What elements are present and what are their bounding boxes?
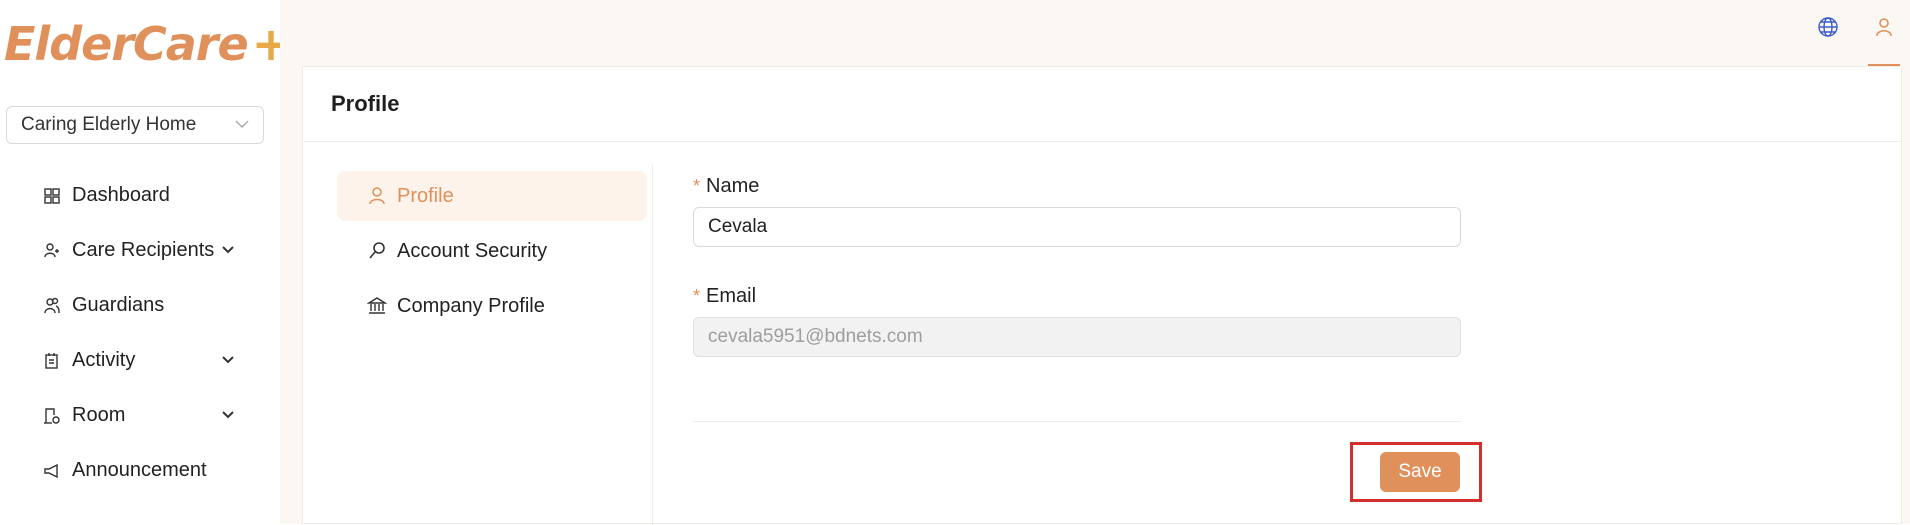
tab-label: Account Security xyxy=(397,239,548,262)
tab-account-security[interactable]: Account Security xyxy=(337,226,647,276)
chevron-down-icon xyxy=(220,406,236,429)
announcement-icon xyxy=(42,461,62,481)
required-marker: * xyxy=(693,175,701,196)
divider xyxy=(693,421,1461,422)
sidebar-item-label: Room xyxy=(72,404,126,426)
sidebar-item-guardians[interactable]: Guardians xyxy=(0,278,280,333)
organization-select-value: Caring Elderly Home xyxy=(21,114,197,135)
profile-card: Profile Profile Account Security Company… xyxy=(302,66,1902,525)
chevron-down-icon xyxy=(220,351,236,374)
sidebar-item-announcement[interactable]: Announcement xyxy=(0,443,280,498)
required-marker: * xyxy=(693,285,701,306)
sidebar: ElderCare+ Caring Elderly Home Dashboard… xyxy=(0,0,290,524)
sidebar-item-label: Guardians xyxy=(72,294,165,316)
page-title: Profile xyxy=(303,67,1901,142)
guardians-icon xyxy=(42,296,62,316)
save-button[interactable]: Save xyxy=(1380,452,1460,492)
room-icon xyxy=(42,406,62,426)
email-field-group: * Email cevala5951@bdnets.com xyxy=(693,281,1461,357)
sidebar-nav: Dashboard Care Recipients Guardians Acti… xyxy=(0,168,280,498)
key-icon xyxy=(367,241,387,261)
app-logo[interactable]: ElderCare+ xyxy=(4,14,290,74)
email-input: cevala5951@bdnets.com xyxy=(693,317,1461,357)
sidebar-item-activity[interactable]: Activity xyxy=(0,333,280,388)
divider xyxy=(652,165,653,525)
chevron-down-icon xyxy=(233,115,251,139)
sidebar-item-label: Care Recipients xyxy=(72,239,215,261)
topbar xyxy=(280,0,1910,66)
sidebar-item-care-recipients[interactable]: Care Recipients xyxy=(0,223,280,278)
name-field-group: * Name Cevala xyxy=(693,171,1461,247)
tab-company-profile[interactable]: Company Profile xyxy=(337,281,647,331)
email-label: * Email xyxy=(693,284,757,307)
sidebar-item-label: Dashboard xyxy=(72,184,170,206)
profile-form: * Name Cevala * Email cevala5951@bdnets.… xyxy=(693,171,1461,391)
chevron-down-icon xyxy=(220,241,236,264)
sidebar-item-label: Announcement xyxy=(72,459,207,481)
care-recipients-icon xyxy=(42,241,62,261)
sidebar-item-room[interactable]: Room xyxy=(0,388,280,443)
organization-select[interactable]: Caring Elderly Home xyxy=(6,106,264,144)
bank-icon xyxy=(367,296,387,316)
user-icon xyxy=(1874,16,1894,64)
activity-icon xyxy=(42,351,62,371)
sidebar-item-label: Activity xyxy=(72,349,136,371)
sidebar-item-dashboard[interactable]: Dashboard xyxy=(0,168,280,223)
user-menu-tab[interactable] xyxy=(1868,10,1900,66)
globe-icon[interactable] xyxy=(1817,16,1839,43)
profile-tabs: Profile Account Security Company Profile xyxy=(337,171,647,336)
tab-label: Company Profile xyxy=(397,294,545,317)
name-input[interactable]: Cevala xyxy=(693,207,1461,247)
name-label: * Name xyxy=(693,174,760,197)
user-icon xyxy=(367,186,387,206)
dashboard-icon xyxy=(42,186,62,206)
tab-profile[interactable]: Profile xyxy=(337,171,647,221)
main-area: Profile Profile Account Security Company… xyxy=(280,0,1910,525)
tab-label: Profile xyxy=(397,184,454,207)
